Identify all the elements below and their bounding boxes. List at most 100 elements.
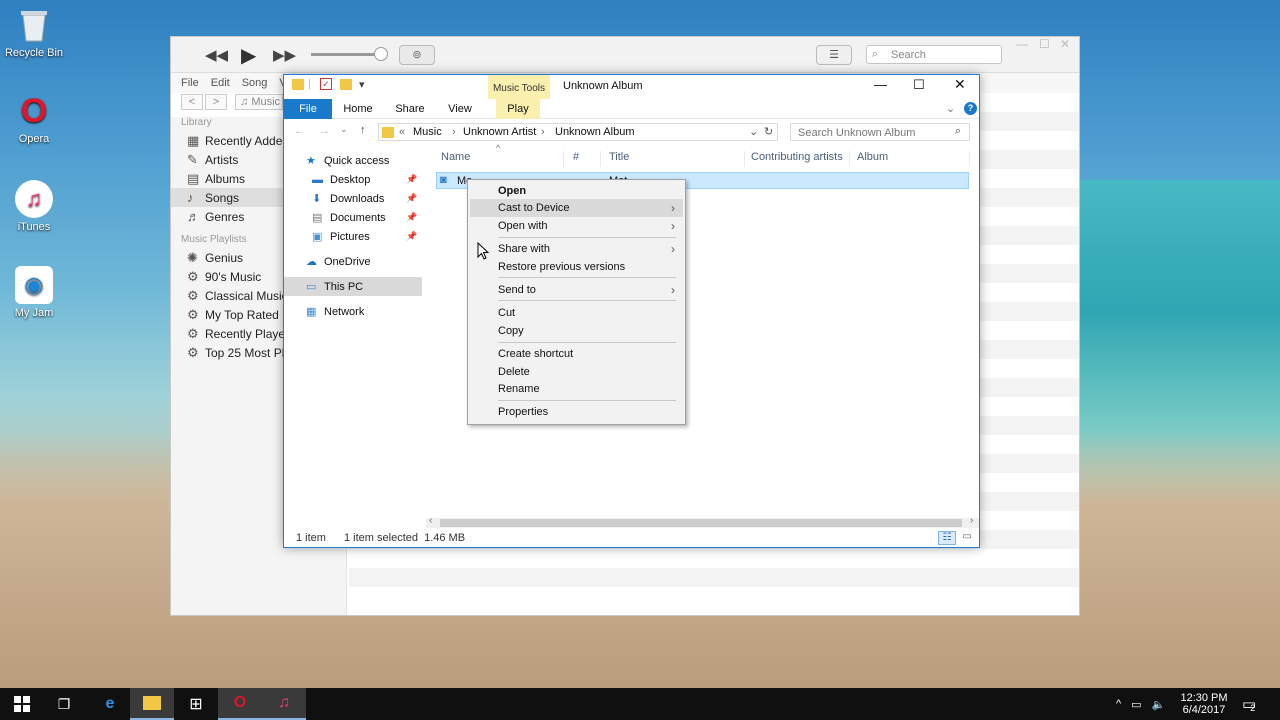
nav-desktop[interactable]: ▬ Desktop 📌: [284, 170, 424, 189]
menu-item-cast-to-device[interactable]: Cast to Device ›: [470, 199, 683, 217]
pin-icon[interactable]: 📌: [406, 231, 417, 242]
maximize-icon[interactable]: ☐: [913, 77, 925, 93]
nav-label: Network: [324, 305, 365, 318]
maximize-icon[interactable]: ☐: [1039, 37, 1050, 51]
column-header-contributing-artists[interactable]: Contributing artists: [744, 151, 850, 167]
menu-item-properties[interactable]: Properties: [470, 403, 683, 421]
opera-taskbar-button[interactable]: O: [218, 688, 262, 720]
close-icon[interactable]: ✕: [954, 76, 966, 93]
horizontal-scrollbar[interactable]: ‹ ›: [426, 515, 979, 528]
action-center-icon[interactable]: ▭ 2: [1242, 688, 1256, 720]
minimize-icon[interactable]: —: [1016, 37, 1028, 51]
nav-network[interactable]: ▦ Network: [284, 302, 424, 321]
column-header-album[interactable]: Album: [850, 151, 970, 167]
menu-item-rename[interactable]: Rename: [470, 380, 683, 398]
opera-desktop-icon[interactable]: O Opera: [0, 92, 68, 146]
menu-file[interactable]: File: [171, 73, 205, 93]
breadcrumb-unknown-artist[interactable]: Unknown Artist: [463, 126, 536, 138]
up-arrow-icon[interactable]: ↑: [360, 124, 366, 136]
itunes-search-input[interactable]: ⌕ Search: [866, 45, 1002, 64]
breadcrumb-separator: ›: [452, 126, 456, 138]
nav-pictures[interactable]: ▣ Pictures 📌: [284, 227, 424, 246]
pin-icon[interactable]: 📌: [406, 193, 417, 204]
new-folder-icon[interactable]: [340, 79, 352, 90]
volume-icon[interactable]: 🔈: [1152, 698, 1166, 711]
scroll-left-icon[interactable]: ‹: [429, 515, 432, 526]
task-view-icon[interactable]: ❐: [42, 688, 86, 720]
recycle-bin-desktop-icon[interactable]: Recycle Bin: [0, 6, 68, 59]
explorer-search-input[interactable]: Search Unknown Album ⌕: [790, 123, 970, 141]
itunes-taskbar-button[interactable]: ♫: [262, 688, 306, 720]
menu-item-delete[interactable]: Delete: [470, 363, 683, 381]
breadcrumb-music[interactable]: Music: [413, 126, 442, 138]
menu-item-send-to[interactable]: Send to ›: [470, 281, 683, 299]
my-jam-desktop-icon[interactable]: ◉ My Jam: [0, 266, 68, 319]
clock-date: 6/4/2017: [1182, 704, 1226, 716]
address-bar[interactable]: « Music › Unknown Artist › Unknown Album…: [378, 123, 778, 141]
column-header-title[interactable]: Title: [602, 151, 745, 167]
menu-item-open[interactable]: Open: [470, 182, 683, 200]
tab-share[interactable]: Share: [388, 99, 432, 119]
nav-this-pc[interactable]: ▭ This PC: [284, 277, 422, 296]
rewind-icon[interactable]: ◀◀: [205, 46, 228, 64]
tab-file[interactable]: File: [284, 99, 332, 119]
nav-quick-access[interactable]: ★ Quick access: [284, 151, 424, 170]
chevron-right-icon: ›: [671, 283, 675, 297]
breadcrumb-unknown-album[interactable]: Unknown Album: [555, 126, 635, 138]
fast-forward-icon[interactable]: ▶▶: [273, 46, 296, 64]
menu-edit[interactable]: Edit: [205, 73, 236, 93]
tab-play[interactable]: Play: [496, 99, 540, 119]
list-view-icon[interactable]: ☰: [816, 45, 852, 65]
volume-slider[interactable]: [311, 53, 381, 56]
nav-onedrive[interactable]: ☁ OneDrive: [284, 252, 424, 271]
play-icon[interactable]: ▶: [241, 43, 256, 68]
menu-item-copy[interactable]: Copy: [470, 322, 683, 340]
menu-item-create-shortcut[interactable]: Create shortcut: [470, 345, 683, 363]
scroll-right-icon[interactable]: ›: [970, 515, 973, 526]
pin-icon[interactable]: 📌: [406, 174, 417, 185]
menu-song[interactable]: Song: [236, 73, 274, 93]
start-button[interactable]: [0, 688, 44, 720]
tab-view[interactable]: View: [438, 99, 482, 119]
properties-icon[interactable]: ✓: [320, 78, 332, 90]
scrollbar-thumb[interactable]: [440, 519, 962, 527]
refresh-icon[interactable]: ↻: [764, 125, 773, 138]
large-icons-view-icon[interactable]: ▭: [959, 531, 975, 545]
notification-count: 2: [1250, 703, 1256, 713]
forward-button[interactable]: >: [205, 94, 227, 110]
airplay-icon[interactable]: ⊚: [399, 45, 435, 65]
expand-ribbon-icon[interactable]: ⌄: [946, 102, 955, 115]
menu-item-cut[interactable]: Cut: [470, 304, 683, 322]
qat-dropdown-icon[interactable]: ▾: [359, 78, 365, 91]
clock[interactable]: 12:30 PM 6/4/2017: [1180, 688, 1228, 720]
show-hidden-icons-icon[interactable]: ^: [1116, 698, 1121, 710]
pin-icon[interactable]: 📌: [406, 212, 417, 223]
help-icon[interactable]: ?: [964, 102, 977, 115]
file-explorer-taskbar-button[interactable]: [130, 688, 174, 720]
nav-downloads[interactable]: ⬇ Downloads 📌: [284, 189, 424, 208]
media-picker[interactable]: ♫ Music: [235, 94, 283, 110]
forward-arrow-icon[interactable]: →: [319, 125, 330, 137]
itunes-desktop-icon[interactable]: ♫ iTunes: [0, 180, 68, 233]
menu-item-open-with[interactable]: Open with ›: [470, 217, 683, 235]
minimize-icon[interactable]: —: [874, 77, 887, 92]
menu-item-label: Cast to Device: [498, 202, 570, 214]
tab-home[interactable]: Home: [336, 99, 380, 119]
nav-documents[interactable]: ▤ Documents 📌: [284, 208, 424, 227]
recent-locations-icon[interactable]: ⌄: [340, 124, 348, 135]
back-arrow-icon[interactable]: ←: [294, 125, 305, 137]
column-header-name[interactable]: Name: [434, 151, 564, 167]
menu-item-share-with[interactable]: Share with ›: [470, 240, 683, 258]
onedrive-icon: ☁: [306, 256, 317, 268]
close-icon[interactable]: ✕: [1060, 37, 1070, 51]
address-dropdown-icon[interactable]: ⌄: [749, 125, 758, 138]
back-button[interactable]: <: [181, 94, 203, 110]
breadcrumb-overflow[interactable]: «: [399, 126, 405, 138]
column-header-number[interactable]: #: [566, 151, 601, 167]
network-icon[interactable]: ▭: [1131, 698, 1141, 711]
details-view-icon[interactable]: ☷: [938, 531, 956, 545]
volume-knob[interactable]: [374, 47, 388, 61]
menu-item-restore-previous-versions[interactable]: Restore previous versions: [470, 258, 683, 276]
edge-icon[interactable]: e: [88, 688, 132, 720]
store-icon[interactable]: ⊞: [174, 688, 218, 720]
